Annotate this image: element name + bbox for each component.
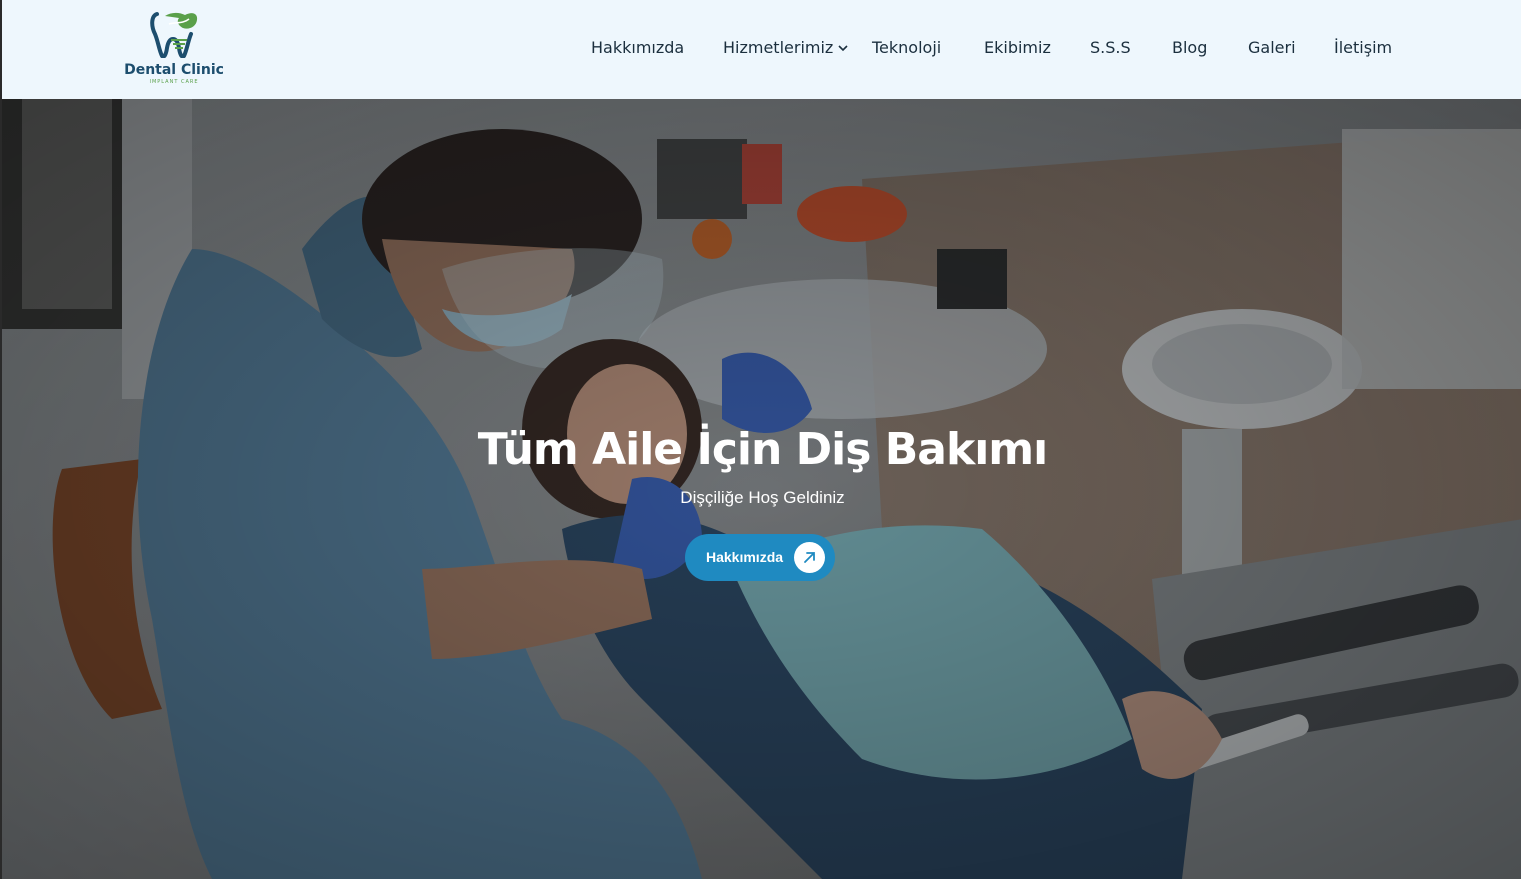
clinic-logo[interactable]: Dental Clinic IMPLANT CARE <box>122 10 226 90</box>
chevron-down-icon[interactable] <box>838 44 848 52</box>
hero-button-label: Hakkımızda <box>706 549 784 565</box>
hero-section: Tüm Aile İçin Diş Bakımı Dişçiliğe Hoş G… <box>0 99 1521 879</box>
nav-item-sss[interactable]: S.S.S <box>1090 38 1131 57</box>
nav-item-iletisim[interactable]: İletişim <box>1334 38 1392 57</box>
arrow-up-right-icon <box>794 542 825 573</box>
nav-item-ekibimiz[interactable]: Ekibimiz <box>984 38 1051 57</box>
nav-item-galeri[interactable]: Galeri <box>1248 38 1296 57</box>
hero-subtitle: Dişçiliğe Hoş Geldiniz <box>680 488 845 507</box>
site-header: Dental Clinic IMPLANT CARE Hakkımızda Hi… <box>0 0 1521 99</box>
nav-item-blog[interactable]: Blog <box>1172 38 1207 57</box>
nav-item-teknoloji[interactable]: Teknoloji <box>872 38 941 57</box>
tooth-leaf-icon <box>150 12 198 58</box>
logo-title: Dental Clinic <box>124 62 224 78</box>
nav-item-hakkimizda[interactable]: Hakkımızda <box>591 38 684 57</box>
logo-tagline: IMPLANT CARE <box>149 79 199 85</box>
hero-title: Tüm Aile İçin Diş Bakımı <box>477 424 1048 475</box>
nav-item-hizmetlerimiz[interactable]: Hizmetlerimiz <box>723 38 833 57</box>
hero-about-button[interactable]: Hakkımızda <box>685 534 835 581</box>
